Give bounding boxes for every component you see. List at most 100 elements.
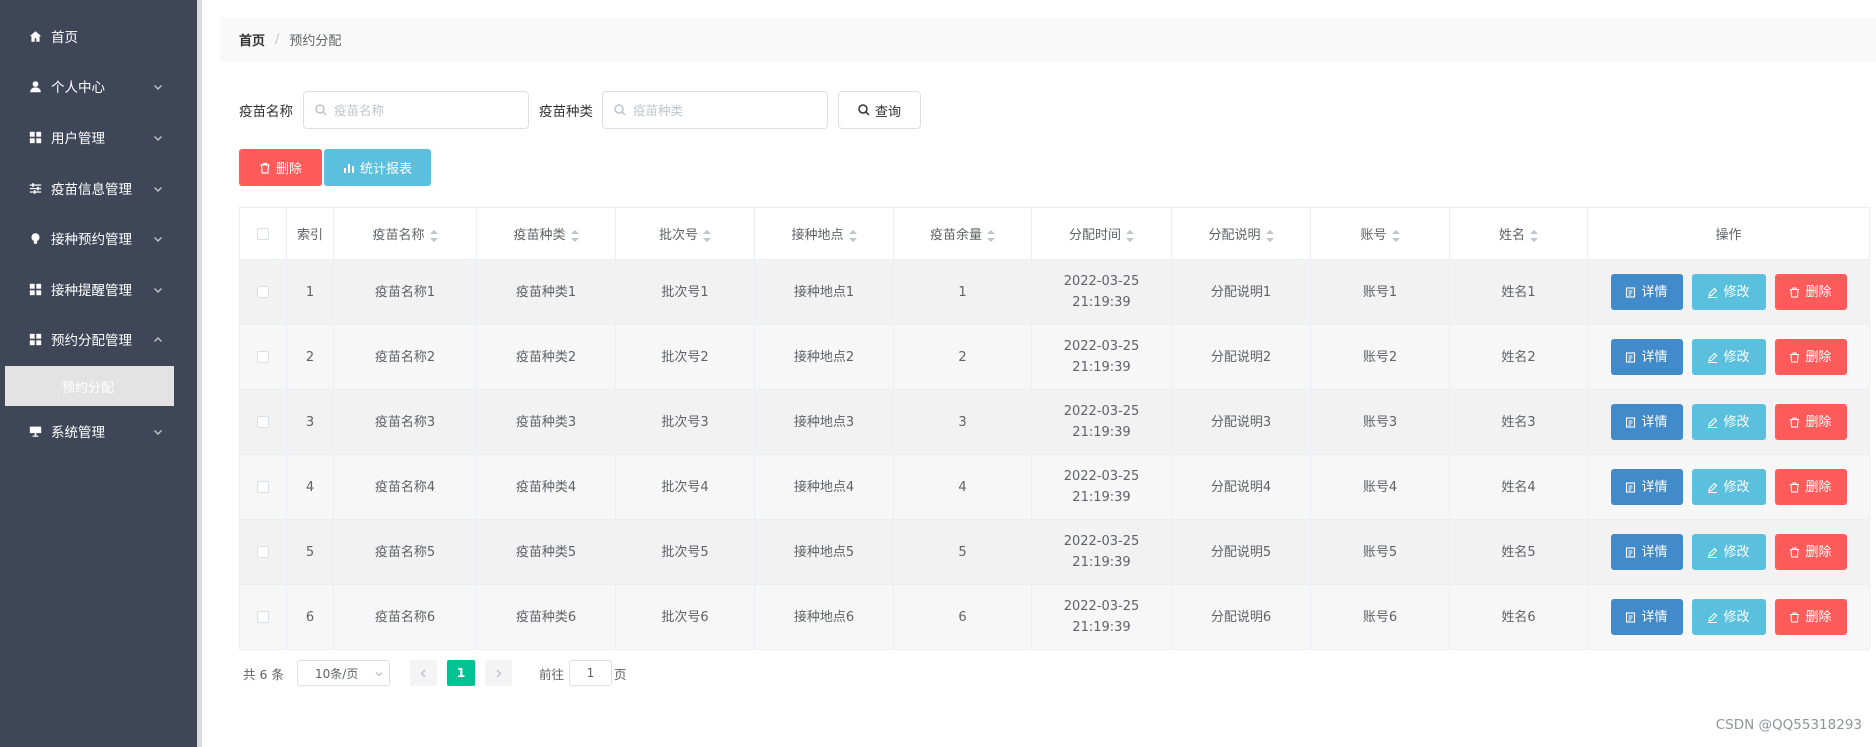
cell-batch-number: 批次号2 [615, 324, 755, 390]
sidebar-item-personal-center[interactable]: 个人中心 [0, 61, 197, 111]
delete-button[interactable]: 删除 [1774, 469, 1847, 505]
goto-page-input[interactable] [569, 660, 612, 686]
document-icon [1626, 611, 1636, 623]
sidebar-item-vaccine-info[interactable]: 疫苗信息管理 [0, 163, 197, 213]
prev-page-button[interactable] [410, 660, 437, 686]
select-all-cell[interactable] [239, 207, 287, 260]
row-checkbox[interactable] [257, 416, 269, 428]
header-site[interactable]: 接种地点 [754, 207, 894, 260]
delete-button[interactable]: 删除 [1774, 599, 1847, 635]
header-vaccine-name[interactable]: 疫苗名称 [333, 207, 477, 260]
sort-icon[interactable] [703, 229, 711, 242]
vaccine-name-field[interactable] [303, 91, 529, 129]
delete-button[interactable]: 删除 [1774, 404, 1847, 440]
cell-account: 账号2 [1310, 324, 1450, 390]
cell-vaccine-name: 疫苗名称1 [333, 259, 477, 325]
chevron-down-icon [153, 283, 163, 293]
cell-vaccine-name: 疫苗名称2 [333, 324, 477, 390]
sort-icon[interactable] [429, 229, 438, 242]
sidebar: 首页 个人中心 用户管理 疫苗信息管理 接种预约管理 接种提醒管理 预约分配管理… [0, 0, 197, 747]
sort-icon[interactable] [570, 229, 579, 242]
edit-button[interactable]: 修改 [1691, 404, 1766, 440]
sort-icon[interactable] [987, 229, 995, 242]
row-select-cell[interactable] [239, 519, 287, 585]
edit-button[interactable]: 修改 [1691, 339, 1766, 375]
query-button[interactable]: 查询 [838, 91, 921, 129]
detail-button[interactable]: 详情 [1610, 534, 1683, 570]
sidebar-subitem-allocation[interactable]: 预约分配 [5, 366, 174, 406]
batch-delete-label: 删除 [275, 162, 302, 177]
header-time[interactable]: 分配时间 [1031, 207, 1172, 260]
row-select-cell[interactable] [239, 389, 287, 455]
header-remain[interactable]: 疫苗余量 [893, 207, 1032, 260]
cell-vaccine-type: 疫苗种类5 [476, 519, 616, 585]
detail-button[interactable]: 详情 [1610, 339, 1683, 375]
cell-vaccine-remaining: 5 [893, 519, 1032, 585]
row-checkbox[interactable] [257, 286, 269, 298]
statistics-report-button[interactable]: 统计报表 [324, 149, 431, 186]
batch-delete-button[interactable]: 删除 [239, 149, 322, 186]
header-description[interactable]: 分配说明 [1171, 207, 1311, 260]
breadcrumb: 首页 / 预约分配 [220, 17, 1876, 62]
cell-vaccine-type: 疫苗种类2 [476, 324, 616, 390]
cell-allocation-time: 2022-03-25 21:19:39 [1031, 389, 1172, 455]
cell-vaccination-site: 接种地点5 [754, 519, 894, 585]
row-checkbox[interactable] [257, 546, 269, 558]
delete-button[interactable]: 删除 [1774, 534, 1847, 570]
vaccine-name-label: 疫苗名称 [239, 104, 293, 120]
sidebar-item-user-management[interactable]: 用户管理 [0, 112, 197, 162]
sidebar-item-system[interactable]: 系统管理 [0, 406, 197, 456]
breadcrumb-home[interactable]: 首页 [239, 30, 265, 49]
delete-button[interactable]: 删除 [1774, 339, 1847, 375]
sidebar-item-label: 接种预约管理 [51, 232, 132, 248]
detail-button[interactable]: 详情 [1610, 274, 1683, 310]
cell-vaccine-type: 疫苗种类4 [476, 454, 616, 520]
row-select-cell[interactable] [239, 324, 287, 390]
sort-icon[interactable] [1126, 229, 1134, 242]
edit-button[interactable]: 修改 [1691, 599, 1766, 635]
bulb-icon [27, 230, 43, 246]
select-all-checkbox[interactable] [257, 227, 269, 240]
cell-batch-number: 批次号1 [615, 259, 755, 325]
cell-person-name: 姓名6 [1449, 584, 1588, 650]
cell-allocation-description: 分配说明6 [1171, 584, 1311, 650]
page-number-current[interactable]: 1 [447, 660, 475, 686]
row-select-cell[interactable] [239, 454, 287, 520]
sidebar-item-allocation[interactable]: 预约分配管理 [0, 314, 197, 364]
header-account[interactable]: 账号 [1310, 207, 1450, 260]
chevron-down-icon [153, 425, 163, 435]
sort-icon[interactable] [1265, 229, 1274, 242]
detail-button[interactable]: 详情 [1610, 404, 1683, 440]
next-page-button[interactable] [485, 660, 512, 686]
cell-row-index: 4 [286, 454, 334, 520]
cell-vaccination-site: 接种地点3 [754, 389, 894, 455]
cell-allocation-time: 2022-03-25 21:19:39 [1031, 324, 1172, 390]
row-select-cell[interactable] [239, 259, 287, 325]
cell-allocation-time: 2022-03-25 21:19:39 [1031, 519, 1172, 585]
page-size-select[interactable]: 10条/页 [297, 660, 390, 686]
row-select-cell[interactable] [239, 584, 287, 650]
row-checkbox[interactable] [257, 351, 269, 363]
edit-button[interactable]: 修改 [1691, 469, 1766, 505]
vaccine-name-input[interactable] [334, 102, 514, 118]
detail-button[interactable]: 详情 [1610, 599, 1683, 635]
header-vaccine-type[interactable]: 疫苗种类 [476, 207, 616, 260]
sidebar-item-reminder[interactable]: 接种提醒管理 [0, 264, 197, 314]
row-checkbox[interactable] [257, 611, 269, 623]
sort-icon[interactable] [848, 229, 857, 242]
sort-icon[interactable] [1530, 229, 1538, 242]
header-person-name[interactable]: 姓名 [1449, 207, 1588, 260]
row-checkbox[interactable] [257, 481, 269, 493]
sidebar-item-home[interactable]: 首页 [0, 11, 197, 61]
detail-button[interactable]: 详情 [1610, 469, 1683, 505]
header-batch[interactable]: 批次号 [615, 207, 755, 260]
delete-button[interactable]: 删除 [1774, 274, 1847, 310]
sort-icon[interactable] [1391, 229, 1400, 242]
goto-page-suffix: 页 [614, 667, 627, 682]
edit-button[interactable]: 修改 [1691, 274, 1766, 310]
vaccine-type-field[interactable] [602, 91, 828, 129]
vaccine-type-input[interactable] [633, 102, 813, 118]
breadcrumb-current: 预约分配 [289, 34, 342, 49]
edit-button[interactable]: 修改 [1691, 534, 1766, 570]
sidebar-item-appointment[interactable]: 接种预约管理 [0, 213, 197, 263]
